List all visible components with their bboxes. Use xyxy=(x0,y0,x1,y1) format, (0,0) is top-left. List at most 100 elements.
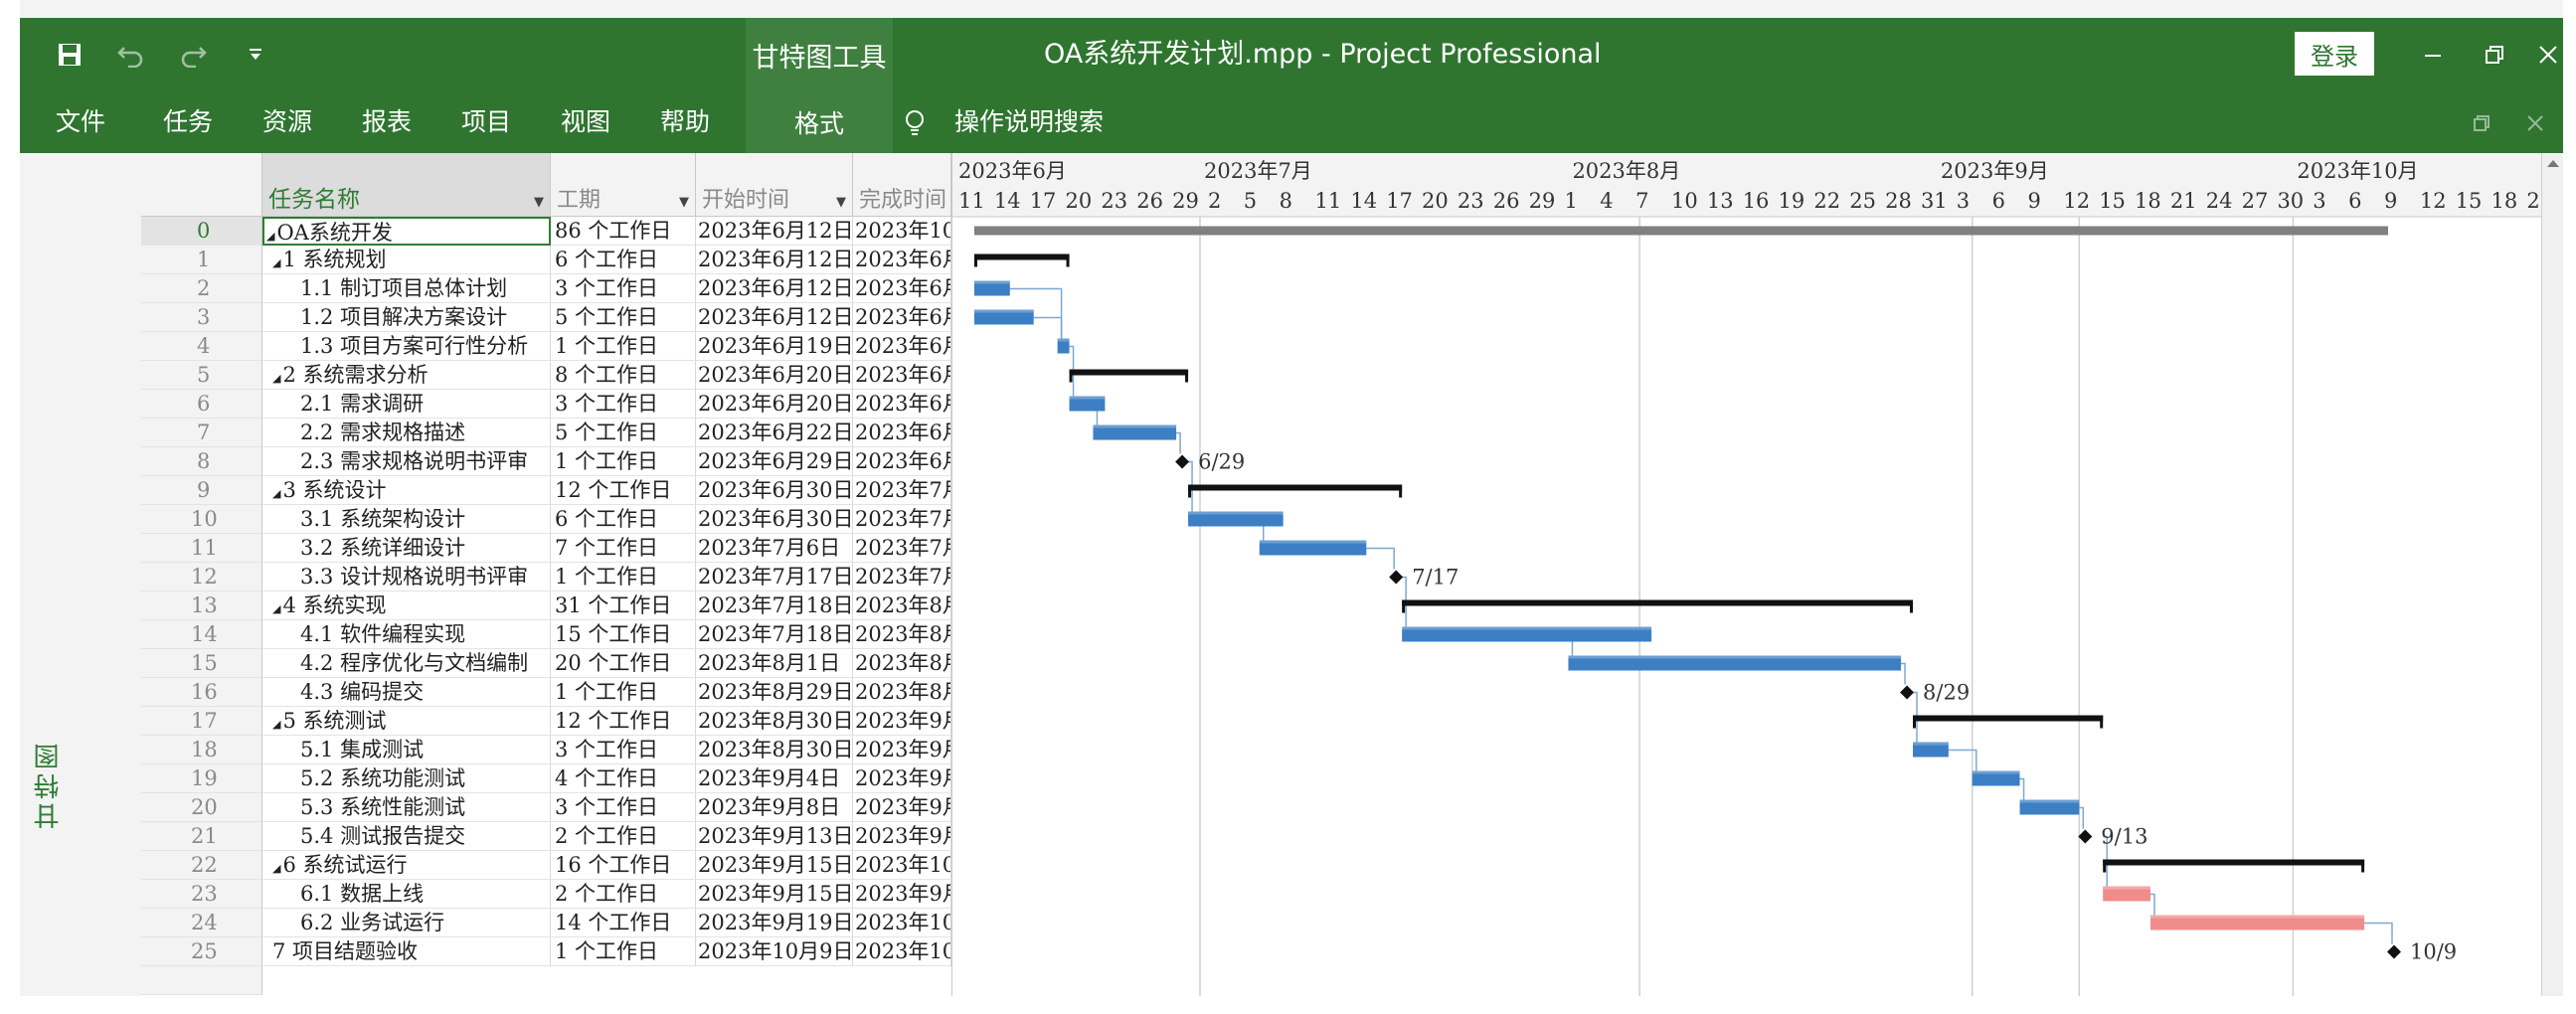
duration-cell[interactable]: 2 个工作日 xyxy=(551,822,696,851)
task-name-cell[interactable]: ◢1 系统规划 xyxy=(262,246,551,274)
tab-format[interactable]: 格式 xyxy=(746,91,893,153)
tab-help[interactable]: 帮助 xyxy=(660,91,710,153)
table-row[interactable]: 22◢6 系统试运行16 个工作日2023年9月15日2023年10月6日 xyxy=(141,851,951,880)
duration-cell[interactable]: 2 个工作日 xyxy=(551,880,696,909)
start-cell[interactable]: 2023年9月8日 xyxy=(696,793,853,822)
row-id-cell[interactable]: 13 xyxy=(141,592,262,620)
start-cell[interactable]: 2023年9月15日 xyxy=(696,851,853,880)
table-row[interactable]: 8 2.3 需求规格说明书评审 1 个工作日 2023年6月29日2023年6月29日 xyxy=(141,447,951,476)
duration-cell[interactable]: 1 个工作日 xyxy=(551,563,696,592)
duration-cell[interactable]: 3 个工作日 xyxy=(551,390,696,419)
task-name-cell[interactable]: ◢4 系统实现 xyxy=(262,592,551,620)
table-row[interactable]: 12 3.3 设计规格说明书评审 1 个工作日 2023年7月17日2023年7月17… xyxy=(141,563,951,592)
task-name-cell[interactable]: 2.1 需求调研 xyxy=(262,390,551,419)
table-row[interactable]: 11 3.2 系统详细设计 7 个工作日 2023年7月6日 2023年7月14日 xyxy=(141,534,951,563)
finish-cell[interactable]: 2023年7月17日 xyxy=(853,563,951,592)
ribbon-restore-icon[interactable] xyxy=(2472,91,2491,153)
row-id-cell[interactable]: 18 xyxy=(141,736,262,764)
column-header-finish[interactable]: 完成时间 xyxy=(853,153,951,217)
duration-cell[interactable]: 20 个工作日 xyxy=(551,649,696,678)
task-name-cell[interactable]: ◢3 系统设计 xyxy=(262,476,551,505)
row-id-cell[interactable]: 14 xyxy=(141,620,262,649)
table-row[interactable]: 7 2.2 需求规格描述 5 个工作日 2023年6月22日2023年6月28日 xyxy=(141,419,951,447)
finish-cell[interactable]: 2023年6月29日 xyxy=(853,361,951,390)
row-id-cell[interactable]: 0 xyxy=(141,217,262,246)
duration-cell[interactable]: 3 个工作日 xyxy=(551,274,696,303)
minimize-icon[interactable] xyxy=(2408,18,2458,91)
row-id-cell[interactable]: 3 xyxy=(141,303,262,332)
column-header-duration[interactable]: 工期 ▼ xyxy=(551,153,696,217)
table-row[interactable]: 23 6.1 数据上线 2 个工作日 2023年9月15日2023年9月18日 xyxy=(141,880,951,909)
start-cell[interactable]: 2023年9月15日 xyxy=(696,880,853,909)
start-cell[interactable]: 2023年7月18日 xyxy=(696,620,853,649)
task-name-cell[interactable]: 6.2 业务试运行 xyxy=(262,909,551,937)
row-id-cell[interactable]: 8 xyxy=(141,447,262,476)
tell-me-search[interactable]: 操作说明搜索 xyxy=(954,91,1104,153)
duration-cell[interactable]: 16 个工作日 xyxy=(551,851,696,880)
table-row[interactable]: 25 7 项目结题验收 1 个工作日 2023年10月9日2023年10月9日 xyxy=(141,937,951,966)
duration-cell[interactable]: 3 个工作日 xyxy=(551,736,696,764)
scroll-up-icon[interactable] xyxy=(2542,153,2563,175)
finish-cell[interactable]: 2023年6月29日 xyxy=(853,447,951,476)
finish-cell[interactable]: 2023年10月6日 xyxy=(853,909,951,937)
start-cell[interactable]: 2023年6月19日 xyxy=(696,332,853,361)
finish-cell[interactable]: 2023年8月29日 xyxy=(853,678,951,707)
collapse-triangle-icon[interactable]: ◢ xyxy=(272,372,280,385)
duration-cell[interactable]: 31 个工作日 xyxy=(551,592,696,620)
row-id-cell[interactable]: 9 xyxy=(141,476,262,505)
table-row[interactable]: 6 2.1 需求调研 3 个工作日 2023年6月20日2023年6月22日 xyxy=(141,390,951,419)
task-name-cell[interactable]: 1.3 项目方案可行性分析 xyxy=(262,332,551,361)
start-cell[interactable]: 2023年6月22日 xyxy=(696,419,853,447)
row-id-cell[interactable]: 20 xyxy=(141,793,262,822)
table-row[interactable]: 13◢4 系统实现31 个工作日2023年7月18日2023年8月29日 xyxy=(141,592,951,620)
duration-cell[interactable]: 14 个工作日 xyxy=(551,909,696,937)
restore-icon[interactable] xyxy=(2470,18,2519,91)
task-name-cell[interactable]: 6.1 数据上线 xyxy=(262,880,551,909)
start-cell[interactable]: 2023年6月20日 xyxy=(696,361,853,390)
task-name-cell[interactable]: 2.2 需求规格描述 xyxy=(262,419,551,447)
start-cell[interactable]: 2023年6月30日 xyxy=(696,505,853,534)
select-all-corner[interactable] xyxy=(141,153,262,217)
start-cell[interactable]: 2023年9月19日 xyxy=(696,909,853,937)
duration-cell[interactable]: 1 个工作日 xyxy=(551,937,696,966)
table-row[interactable]: 0◢OA系统开发86 个工作日2023年6月12日2023年10月9日 xyxy=(141,217,951,246)
table-row[interactable]: 1◢1 系统规划6 个工作日2023年6月12日2023年6月19日 xyxy=(141,246,951,274)
table-row[interactable]: 24 6.2 业务试运行 14 个工作日 2023年9月19日2023年10月6日 xyxy=(141,909,951,937)
finish-cell[interactable]: 2023年10月9日 xyxy=(853,217,951,246)
start-cell[interactable]: 2023年7月6日 xyxy=(696,534,853,563)
finish-cell[interactable]: 2023年8月29日 xyxy=(853,592,951,620)
task-name-cell[interactable]: ◢OA系统开发 xyxy=(262,217,551,246)
finish-cell[interactable]: 2023年9月12日 xyxy=(853,793,951,822)
task-name-cell[interactable]: ◢2 系统需求分析 xyxy=(262,361,551,390)
finish-cell[interactable]: 2023年9月14日 xyxy=(853,822,951,851)
task-name-cell[interactable]: 3.3 设计规格说明书评审 xyxy=(262,563,551,592)
start-cell[interactable]: 2023年9月4日 xyxy=(696,764,853,793)
table-row[interactable]: 15 4.2 程序优化与文档编制 20 个工作日 2023年8月1日 2023年8月28… xyxy=(141,649,951,678)
login-button[interactable]: 登录 xyxy=(2295,32,2374,76)
table-row[interactable]: 9◢3 系统设计12 个工作日2023年6月30日2023年7月17日 xyxy=(141,476,951,505)
duration-cell[interactable]: 86 个工作日 xyxy=(551,217,696,246)
finish-cell[interactable]: 2023年9月18日 xyxy=(853,880,951,909)
row-id-cell[interactable]: 17 xyxy=(141,707,262,736)
duration-cell[interactable]: 7 个工作日 xyxy=(551,534,696,563)
start-cell[interactable]: 2023年9月13日 xyxy=(696,822,853,851)
start-cell[interactable]: 2023年8月29日 xyxy=(696,678,853,707)
task-name-cell[interactable]: 4.2 程序优化与文档编制 xyxy=(262,649,551,678)
row-id-cell[interactable]: 10 xyxy=(141,505,262,534)
customize-icon[interactable] xyxy=(241,18,270,91)
table-row[interactable]: 21 5.4 测试报告提交 2 个工作日 2023年9月13日2023年9月14日 xyxy=(141,822,951,851)
collapse-triangle-icon[interactable]: ◢ xyxy=(272,862,280,875)
row-id-cell[interactable]: 7 xyxy=(141,419,262,447)
finish-cell[interactable]: 2023年6月22日 xyxy=(853,390,951,419)
row-id-cell[interactable]: 11 xyxy=(141,534,262,563)
vertical-scrollbar[interactable] xyxy=(2541,153,2563,996)
filter-dropdown-icon[interactable]: ▼ xyxy=(534,195,544,210)
tab-project[interactable]: 项目 xyxy=(461,91,511,153)
duration-cell[interactable]: 6 个工作日 xyxy=(551,246,696,274)
finish-cell[interactable]: 2023年10月6日 xyxy=(853,851,951,880)
finish-cell[interactable]: 2023年7月14日 xyxy=(853,534,951,563)
start-cell[interactable]: 2023年6月29日 xyxy=(696,447,853,476)
ribbon-close-icon[interactable] xyxy=(2525,91,2545,153)
finish-cell[interactable]: 2023年10月9日 xyxy=(853,937,951,966)
task-name-cell[interactable]: 2.3 需求规格说明书评审 xyxy=(262,447,551,476)
